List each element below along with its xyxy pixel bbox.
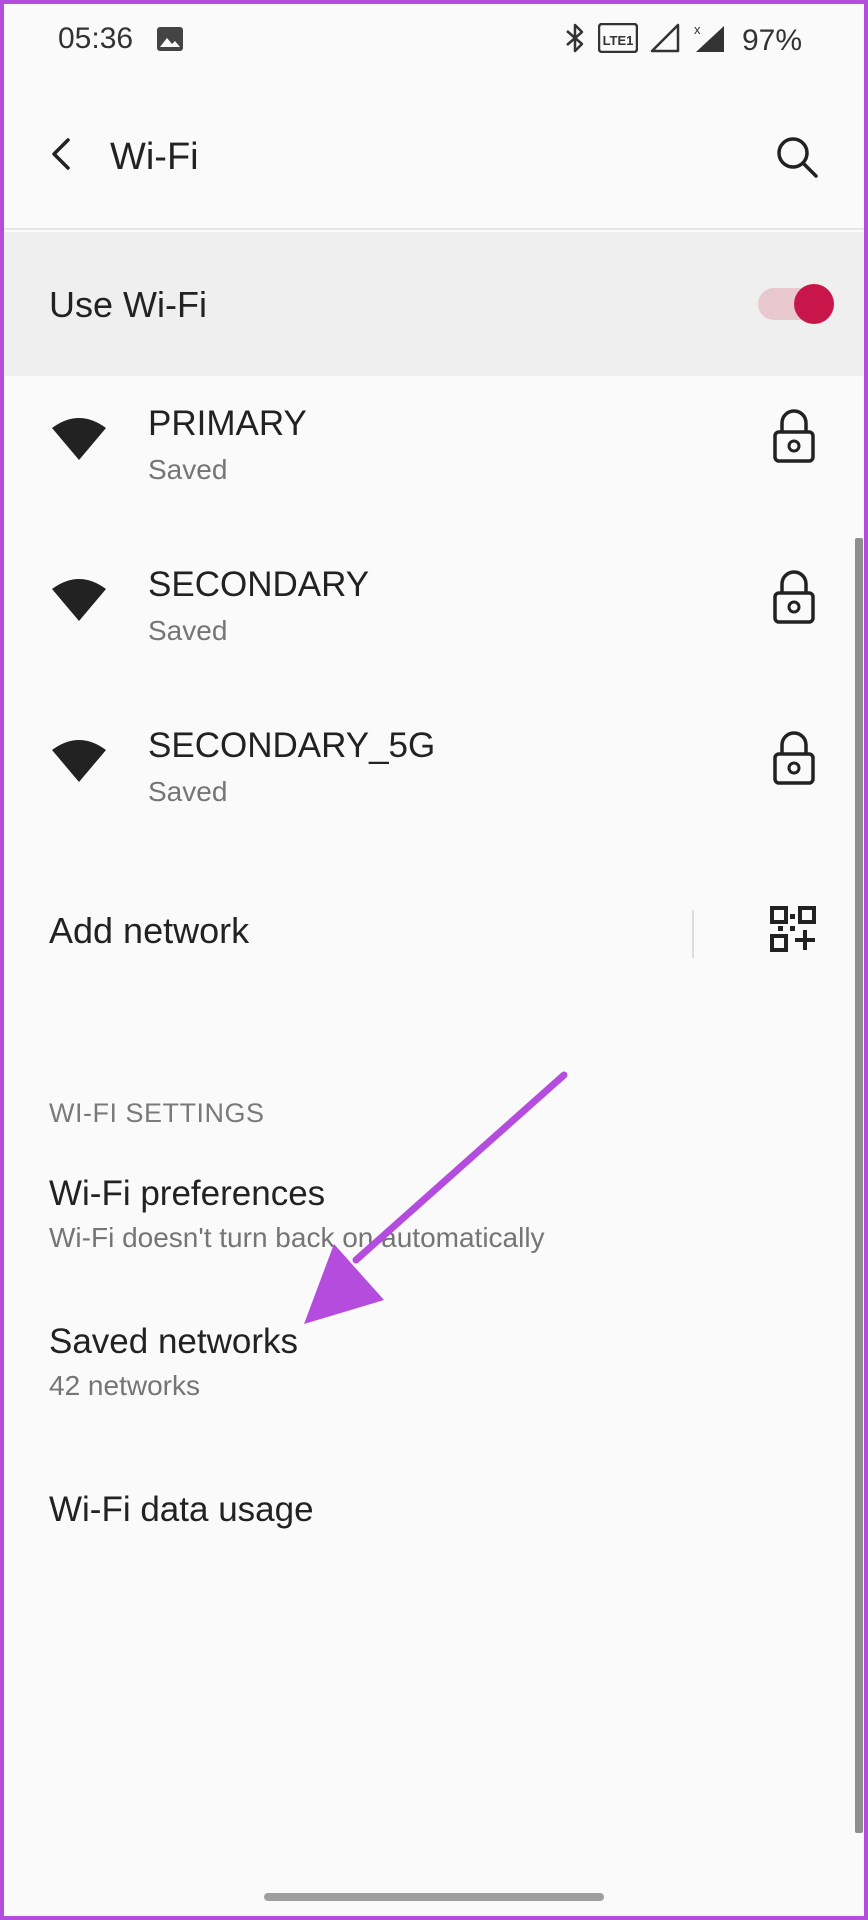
status-time: 05:36: [58, 22, 134, 55]
use-wifi-row[interactable]: Use Wi-Fi: [4, 232, 864, 376]
status-bar: 05:36 LTE1 x 97%: [0, 0, 868, 80]
wifi-signal-icon: [50, 738, 108, 789]
lock-icon: [772, 730, 816, 791]
page-title: Wi-Fi: [110, 136, 199, 178]
network-status: Saved: [148, 615, 228, 646]
wifi-signal-icon: [50, 416, 108, 467]
volte-label: LTE1: [603, 33, 634, 48]
back-arrow-icon[interactable]: [40, 132, 84, 176]
search-icon[interactable]: [774, 134, 820, 180]
saved-networks-subtitle: 42 networks: [49, 1370, 200, 1401]
lock-icon: [772, 569, 816, 630]
network-item-secondary-5g[interactable]: SECONDARY_5G Saved: [4, 700, 864, 860]
network-status: Saved: [148, 454, 228, 485]
wifi-preferences-title: Wi-Fi preferences: [49, 1174, 326, 1213]
network-name: SECONDARY: [148, 565, 370, 604]
gallery-icon: [156, 26, 184, 57]
add-network-row[interactable]: Add network: [4, 880, 864, 980]
volte-icon: LTE1: [597, 22, 639, 58]
qr-code-add-icon[interactable]: [770, 906, 816, 957]
use-wifi-toggle[interactable]: [758, 284, 834, 324]
section-header-wifi-settings: WI-FI SETTINGS: [49, 1098, 265, 1128]
network-item-primary[interactable]: PRIMARY Saved: [4, 378, 864, 538]
network-status: Saved: [148, 776, 228, 807]
network-item-secondary[interactable]: SECONDARY Saved: [4, 539, 864, 699]
use-wifi-label: Use Wi-Fi: [49, 284, 207, 325]
wifi-preferences-item[interactable]: Wi-Fi preferences Wi-Fi doesn't turn bac…: [4, 1174, 864, 1274]
lock-icon: [772, 408, 816, 469]
signal-x-icon: x: [692, 22, 726, 59]
wifi-preferences-subtitle: Wi-Fi doesn't turn back on automatically: [49, 1222, 545, 1253]
add-network-label: Add network: [49, 910, 250, 951]
scrollbar[interactable]: [855, 538, 863, 1833]
app-bar: Wi-Fi: [0, 80, 868, 230]
battery-level: 97%: [741, 23, 802, 57]
toggle-knob: [794, 284, 834, 324]
wifi-data-usage-item[interactable]: Wi-Fi data usage: [4, 1490, 864, 1550]
wifi-signal-icon: [50, 577, 108, 628]
bluetooth-icon: [564, 22, 586, 59]
network-name: SECONDARY_5G: [148, 726, 436, 765]
signal-icon: [650, 23, 680, 58]
saved-networks-item[interactable]: Saved networks 42 networks: [4, 1322, 864, 1422]
wifi-data-usage-title: Wi-Fi data usage: [49, 1490, 314, 1529]
saved-networks-title: Saved networks: [49, 1322, 299, 1361]
status-icons: LTE1 x 97%: [564, 22, 802, 59]
svg-text:x: x: [694, 22, 701, 37]
divider: [692, 910, 694, 958]
gesture-nav-bar[interactable]: [264, 1893, 604, 1901]
network-name: PRIMARY: [148, 404, 307, 443]
